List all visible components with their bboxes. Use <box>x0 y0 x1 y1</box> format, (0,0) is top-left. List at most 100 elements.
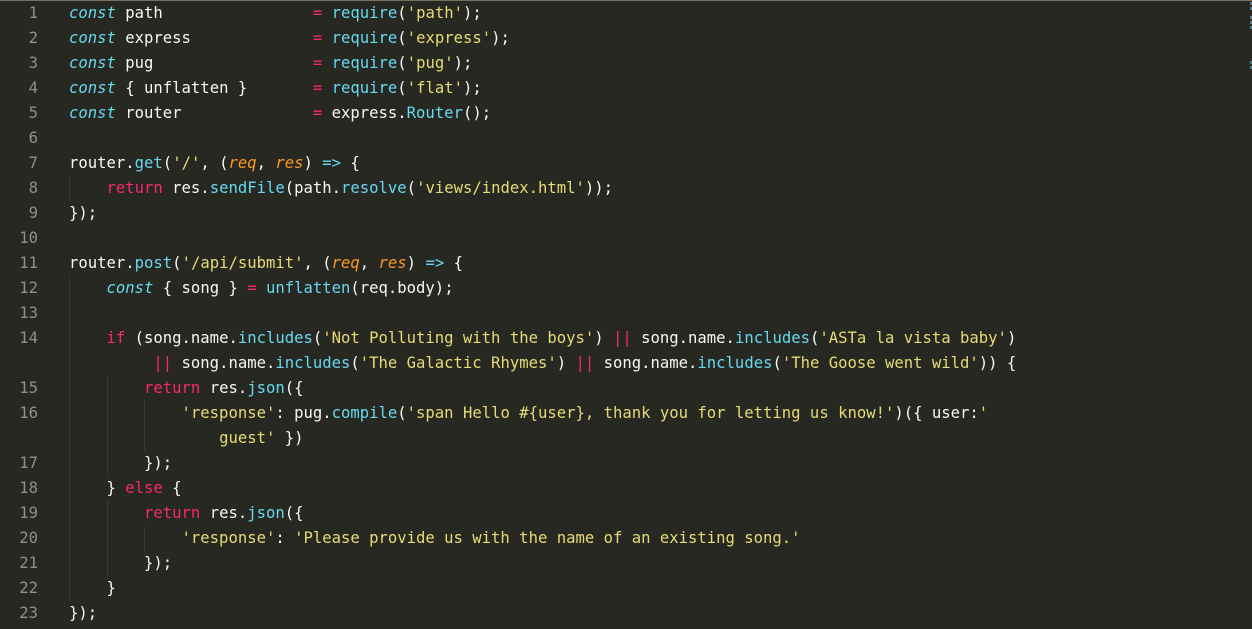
code-line[interactable]: 19 return res.json({ <box>0 501 1252 526</box>
code-line[interactable]: 5 const router = express.Router(); <box>0 101 1252 126</box>
token-kw: return <box>106 179 163 197</box>
code-line[interactable]: 3 const pug = require('pug'); <box>0 51 1252 76</box>
token-fn: sendFile <box>209 179 285 197</box>
token-plain: express. <box>322 104 407 122</box>
code-line[interactable]: 14 if (song.name.includes('Not Polluting… <box>0 326 1252 351</box>
line-number: 20 <box>19 529 38 547</box>
code-line[interactable]: 17 }); <box>0 451 1252 476</box>
token-str: 'ASTa la vista baby' <box>819 329 1007 347</box>
line-number: 16 <box>19 404 38 422</box>
token-kw-storage: const <box>69 104 116 122</box>
token-plain: ) <box>1006 329 1017 347</box>
line-number: 11 <box>19 254 38 272</box>
token-plain: ) <box>303 154 323 172</box>
token-plain: router. <box>69 254 135 272</box>
code-line[interactable]: 9}); <box>0 201 1252 226</box>
token-plain: ( <box>397 404 407 422</box>
token-plain: ( <box>350 354 360 372</box>
token-plain: { <box>162 479 182 497</box>
token-str: 'views/index.html' <box>416 179 585 197</box>
token-plain: router <box>115 104 313 122</box>
indent-guide <box>69 301 70 326</box>
line-number: 6 <box>28 129 38 147</box>
code-line[interactable]: 8 return res.sendFile(path.resolve('view… <box>0 176 1252 201</box>
token-plain: )) { <box>978 354 1017 372</box>
token-op: || <box>613 329 632 347</box>
token-str: 'The Galactic Rhymes' <box>359 354 557 372</box>
token-str: '/' <box>172 154 201 172</box>
code-line[interactable]: 20 'response': 'Please provide us with t… <box>0 526 1252 551</box>
line-number: 10 <box>19 229 38 247</box>
code-line[interactable]: 1 const path = require('path'); <box>0 1 1252 26</box>
token-str: 'span Hello #{user}, thank you for letti… <box>406 404 895 422</box>
code-line[interactable]: guest' }) <box>0 426 1252 451</box>
code-text: }); <box>69 551 172 576</box>
code-line[interactable]: 18 } else { <box>0 476 1252 501</box>
token-plain: ( <box>397 79 407 97</box>
code-line[interactable]: 4 const { unflatten } = require('flat'); <box>0 76 1252 101</box>
line-number: 1 <box>28 4 38 22</box>
token-plain: (); <box>462 104 492 122</box>
code-line[interactable]: 2 const express = require('express'); <box>0 26 1252 51</box>
token-plain: ( <box>162 154 173 172</box>
code-line[interactable]: 11 router.post('/api/submit', (req, res) … <box>0 251 1252 276</box>
code-line[interactable]: 12 const { song } = unflatten(req.body); <box>0 276 1252 301</box>
token-plain: }) <box>275 429 304 447</box>
token-plain: ); <box>462 4 482 22</box>
token-fn: => <box>322 154 342 172</box>
token-fn: includes <box>697 354 773 372</box>
line-number: 18 <box>19 479 38 497</box>
line-number: 7 <box>28 154 38 172</box>
token-plain: ); <box>491 29 510 47</box>
code-line[interactable]: 6 <box>0 126 1252 151</box>
code-line[interactable]: 22 } <box>0 576 1252 601</box>
line-number: 21 <box>19 554 38 572</box>
token-plain: ); <box>462 79 482 97</box>
token-str: 'response' <box>181 529 276 547</box>
token-str: 'pug' <box>406 54 454 72</box>
code-line[interactable]: 10 <box>0 226 1252 251</box>
token-op: || <box>575 354 595 372</box>
code-line[interactable]: 16 'response': pug.compile('span Hello #… <box>0 401 1252 426</box>
token-plain: { song } <box>153 279 248 297</box>
code-line[interactable]: || song.name.includes('The Galactic Rhym… <box>0 351 1252 376</box>
code-text: return res.json({ <box>69 501 303 526</box>
token-op: || <box>153 354 173 372</box>
code-line[interactable]: 13 <box>0 301 1252 326</box>
token-plain: : <box>275 529 295 547</box>
token-plain: res. <box>200 504 248 522</box>
code-line[interactable]: 21 }); <box>0 551 1252 576</box>
code-line[interactable]: 7 router.get('/', (req, res) => { <box>0 151 1252 176</box>
code-editor[interactable]: 1 const path = require('path'); 2 const exp… <box>0 1 1252 629</box>
token-str: 'response' <box>181 404 276 422</box>
code-line[interactable]: 23}); <box>0 601 1252 626</box>
token-op: = <box>312 79 323 97</box>
line-number: 23 <box>19 604 38 622</box>
token-plain: ) <box>594 329 613 347</box>
token-plain: , <box>359 254 379 272</box>
token-plain: router. <box>69 154 135 172</box>
token-plain: ) <box>406 254 426 272</box>
token-fn: Router <box>406 104 463 122</box>
token-plain: ( <box>172 254 182 272</box>
token-str: 'flat' <box>406 79 463 97</box>
token-fn: unflatten <box>266 279 351 297</box>
token-plain: , ( <box>200 154 229 172</box>
token-plain: express <box>115 29 313 47</box>
token-plain: pug <box>115 54 313 72</box>
token-kw: return <box>144 504 201 522</box>
token-str: 'The Goose went wild' <box>781 354 979 372</box>
token-fn: resolve <box>341 179 407 197</box>
token-op: = <box>312 4 323 22</box>
token-str: 'express' <box>406 29 492 47</box>
code-line[interactable]: 15 return res.json({ <box>0 376 1252 401</box>
code-text: } else { <box>69 476 182 501</box>
code-text: const router = express.Router(); <box>69 101 491 126</box>
